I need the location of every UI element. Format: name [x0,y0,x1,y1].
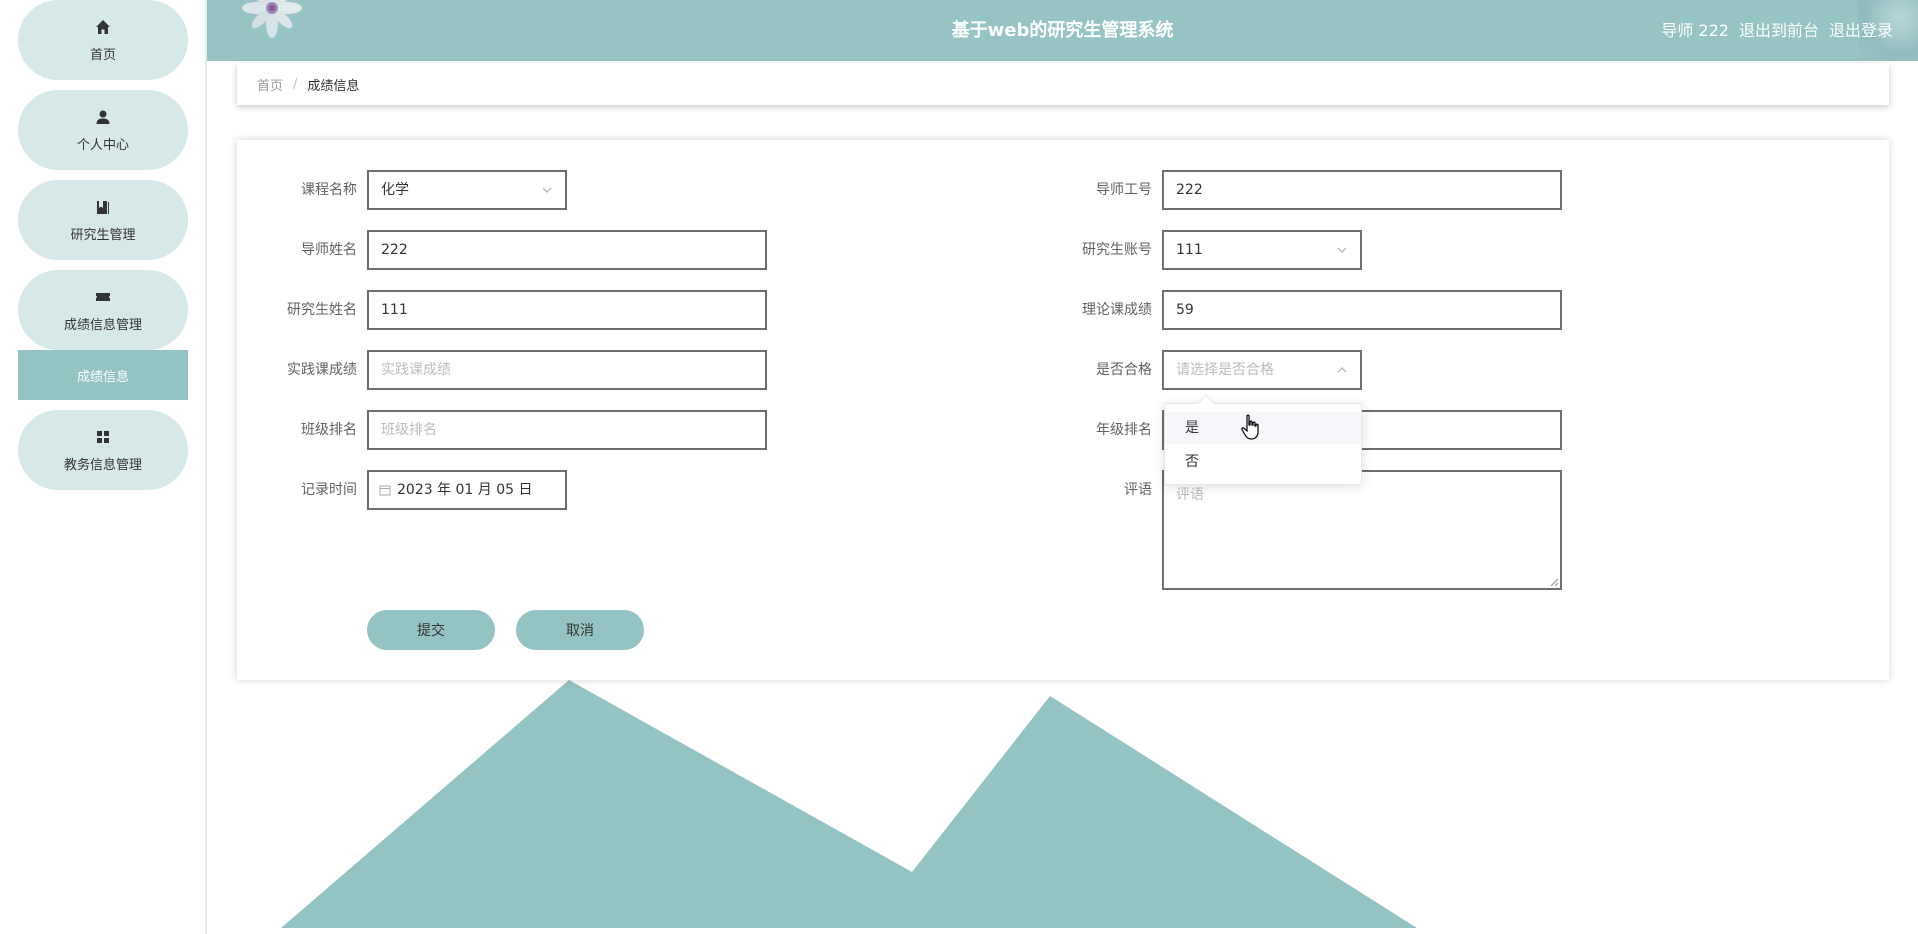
breadcrumb-separator: / [293,76,298,92]
teacher-name-label: 导师姓名 [301,242,357,258]
sidebar-item-home[interactable]: 首页 [18,0,188,80]
pass-select[interactable]: 请选择是否合格 [1162,350,1362,390]
sidebar-item-academic[interactable]: 教务信息管理 [18,410,188,490]
sidebar-item-grades[interactable]: 成绩信息管理 [18,270,188,350]
practice-score-label: 实践课成绩 [287,362,357,378]
breadcrumb-home[interactable]: 首页 [257,75,283,94]
theory-score-input[interactable]: 59 [1162,290,1562,330]
resize-grip-icon[interactable] [1549,577,1559,587]
home-icon [94,18,112,36]
course-select-value: 化学 [381,182,409,198]
hand-cursor-icon [1241,414,1259,440]
sidebar-subitem-grade-info[interactable]: 成绩信息 [18,350,188,400]
grid-icon [94,428,112,446]
chevron-up-icon [1336,352,1350,388]
dropdown-option-yes[interactable]: 是 [1165,412,1361,444]
student-name-input[interactable]: 111 [367,290,767,330]
comment-label: 评语 [1124,482,1152,498]
submit-button[interactable]: 提交 [367,610,495,650]
sidebar-item-students[interactable]: 研究生管理 [18,180,188,260]
class-rank-input[interactable]: 班级排名 [367,410,767,450]
course-label: 课程名称 [301,182,357,198]
teacher-id-label: 导师工号 [1096,182,1152,198]
top-header: 基于web的研究生管理系统 导师 222 退出到前台 退出登录 [207,0,1918,61]
theory-score-label: 理论课成绩 [1082,302,1152,318]
sidebar-subitem-label: 成绩信息 [76,369,129,385]
breadcrumb: 首页 / 成绩信息 [237,63,1889,105]
mountain-decoration [281,680,1417,928]
teacher-name-input[interactable]: 222 [367,230,767,270]
breadcrumb-current: 成绩信息 [307,78,360,94]
pass-label: 是否合格 [1096,362,1152,378]
sidebar-item-label: 教务信息管理 [63,457,142,473]
chevron-down-icon [541,172,555,208]
sidebar-item-label: 研究生管理 [70,227,136,243]
sidebar: 首页 个人中心 研究生管理 成绩信息管理 成绩信息 教务信息管理 [0,0,207,934]
logout-link[interactable]: 退出登录 [1829,0,1893,61]
teacher-id-input[interactable]: 222 [1162,170,1562,210]
chevron-down-icon [1336,232,1350,268]
grade-form-card: 课程名称 化学 导师工号 222 导师姓名 222 研究生账号 111 研究生姓… [237,140,1889,680]
practice-score-input[interactable]: 实践课成绩 [367,350,767,390]
sidebar-item-personal[interactable]: 个人中心 [18,90,188,170]
book-icon [94,198,112,216]
header-user-area: 导师 222 退出到前台 退出登录 [1661,0,1893,61]
comment-textarea[interactable]: 评语 [1162,470,1562,590]
dropdown-option-no[interactable]: 否 [1165,446,1361,478]
course-select[interactable]: 化学 [367,170,567,210]
cancel-button[interactable]: 取消 [516,610,644,650]
user-icon [94,108,112,126]
comment-placeholder: 评语 [1176,487,1204,503]
sidebar-item-label: 个人中心 [76,137,129,153]
calendar-icon [379,484,391,496]
pass-dropdown: 是 否 [1164,394,1362,485]
student-account-label: 研究生账号 [1082,242,1152,258]
sidebar-item-label: 首页 [89,47,116,63]
record-time-picker[interactable]: 2023 年 01 月 05 日 [367,470,567,510]
exit-to-front-link[interactable]: 退出到前台 [1739,0,1819,61]
sidebar-item-label: 成绩信息管理 [63,317,142,333]
student-name-label: 研究生姓名 [287,302,357,318]
pass-select-placeholder: 请选择是否合格 [1176,362,1274,378]
student-account-select[interactable]: 111 [1162,230,1362,270]
student-account-value: 111 [1176,242,1203,258]
record-time-label: 记录时间 [301,482,357,498]
current-user-label: 导师 222 [1661,21,1729,40]
grade-rank-label: 年级排名 [1096,422,1152,438]
record-time-value: 2023 年 01 月 05 日 [397,482,533,498]
ticket-icon [94,288,112,306]
class-rank-label: 班级排名 [301,422,357,438]
